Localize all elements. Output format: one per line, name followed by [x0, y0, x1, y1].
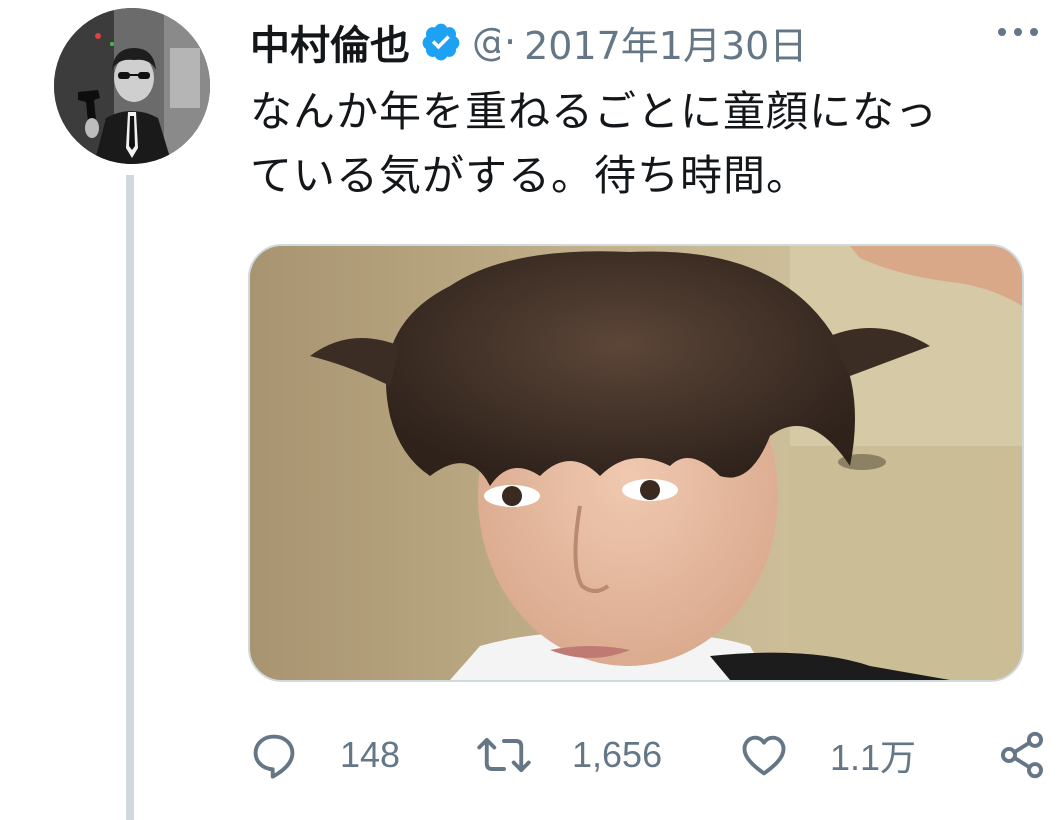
tweet-header: 中村倫也 @ · 2017年1月30日 — [250, 14, 1050, 70]
retweet-icon — [477, 737, 531, 773]
like-button[interactable]: 1.1万 — [738, 720, 916, 790]
separator-dot: · — [504, 20, 517, 64]
reply-button[interactable]: 148 — [248, 720, 400, 790]
verified-badge-icon — [422, 23, 460, 61]
tweet-text: なんか年を重ねるごとに童顔になっ ている気がする。待ち時間。 — [250, 80, 1030, 208]
tweet-photo[interactable] — [248, 244, 1024, 682]
reply-icon — [253, 734, 295, 779]
user-handle[interactable]: @ — [472, 20, 500, 64]
more-horizontal-icon[interactable] — [988, 2, 1048, 50]
share-icon — [1000, 731, 1044, 779]
tweet-actions: 148 1,656 1.1万 — [248, 720, 1058, 790]
heart-icon — [742, 735, 786, 776]
tweet-text-line: なんか年を重ねるごとに童顔になっ — [250, 87, 939, 136]
thread-line — [126, 175, 134, 820]
reply-count: 148 — [340, 734, 401, 775]
retweet-button[interactable]: 1,656 — [476, 720, 662, 790]
share-button[interactable] — [996, 720, 1048, 790]
retweet-count: 1,656 — [572, 734, 663, 775]
tweet-date[interactable]: 2017年1月30日 — [524, 15, 807, 70]
avatar-image — [54, 8, 210, 164]
photo-image — [250, 246, 1022, 680]
display-name[interactable]: 中村倫也 — [250, 13, 410, 71]
like-count: 1.1万 — [830, 737, 917, 778]
tweet-text-line: ている気がする。待ち時間。 — [250, 151, 810, 200]
user-avatar[interactable] — [54, 8, 210, 164]
